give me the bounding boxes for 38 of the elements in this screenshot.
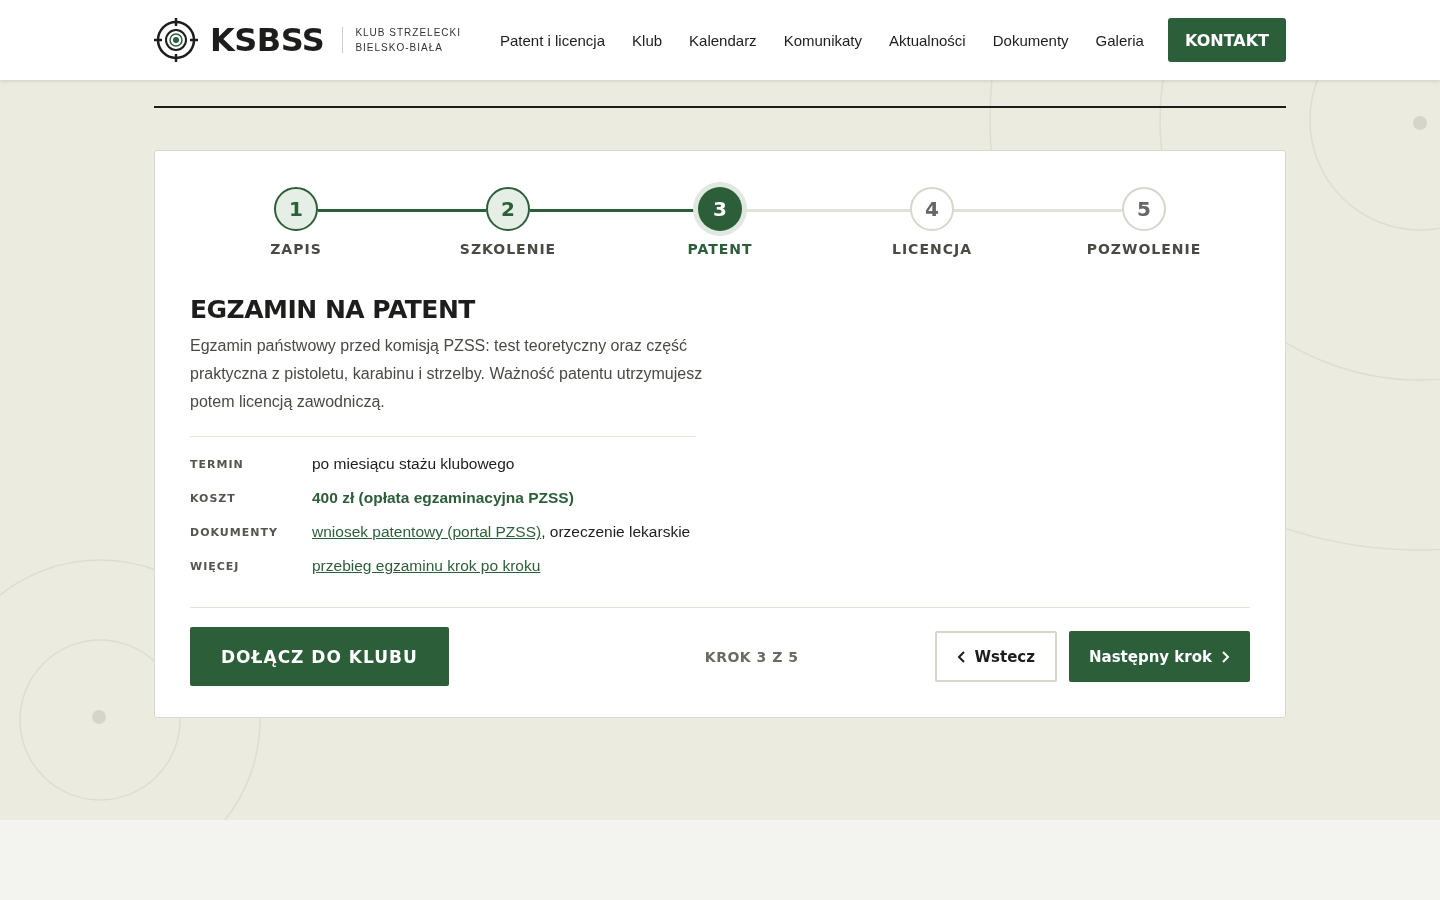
step-number[interactable]: 2 — [486, 187, 530, 231]
detail-value: 400 zł (opłata egzaminacyjna PZSS) — [312, 489, 575, 507]
logo-tagline: BIELSKO-BIAŁA — [355, 42, 444, 53]
nav-link[interactable]: Galeria — [1095, 31, 1144, 49]
step-title: EGZAMIN NA PATENT — [190, 295, 477, 324]
step-counter: KROK 3 Z 5 — [703, 648, 799, 665]
step-description: Egzamin państwowy przed komisją PZSS: test teoretyczny oraz część praktyczna z pistoletu, karabinu i strzelby. Ważność patentu utrzymujesz potem licencją zawodniczą. — [190, 336, 704, 412]
nav-link[interactable]: Aktualności — [889, 31, 966, 49]
back-button[interactable]: Wstecz — [934, 631, 1057, 682]
chevron-right-icon — [1220, 650, 1230, 663]
nav-link[interactable]: Patent i licencja — [500, 31, 606, 49]
detail-label: WIĘCEJ — [190, 559, 241, 573]
step-label: PATENT — [687, 241, 753, 257]
step-number[interactable]: 5 — [1122, 187, 1166, 231]
step-label: SZKOLENIE — [459, 241, 557, 257]
detail-label: DOKUMENTY — [190, 525, 279, 539]
next-step-button[interactable]: Następny krok — [1068, 631, 1250, 682]
chevron-left-icon — [956, 650, 967, 663]
nav-link[interactable]: Kalendarz — [689, 31, 757, 49]
step-number[interactable]: 4 — [910, 187, 954, 231]
detail-link[interactable]: przebieg egzaminu krok po kroku — [312, 557, 541, 574]
step-label: POZWOLENIE — [1086, 241, 1202, 257]
join-club-button[interactable]: DOŁĄCZ DO KLUBU — [190, 627, 449, 686]
nav-link[interactable]: Klub — [632, 31, 663, 49]
target-logo-icon — [154, 18, 198, 62]
detail-label: TERMIN — [190, 457, 245, 471]
detail-label: KOSZT — [190, 491, 237, 505]
contact-button[interactable]: KONTAKT — [1167, 18, 1286, 62]
nav-link[interactable]: Komunikaty — [783, 31, 862, 49]
detail-link[interactable]: wniosek patentowy (portal PZSS) — [312, 523, 542, 540]
logo-wordmark: KSBSS — [210, 21, 325, 59]
detail-value: wniosek patentowy (portal PZSS), orzeczenie lekarskie — [312, 523, 692, 541]
detail-value: po miesiącu stażu klubowego — [312, 455, 516, 473]
step-number[interactable]: 1 — [274, 187, 318, 231]
nav-link[interactable]: Dokumenty — [992, 31, 1069, 49]
step-label: ZAPIS — [270, 241, 322, 257]
step-label: LICENCJA — [892, 241, 972, 257]
logo-tagline: KLUB STRZELECKI — [355, 27, 461, 38]
